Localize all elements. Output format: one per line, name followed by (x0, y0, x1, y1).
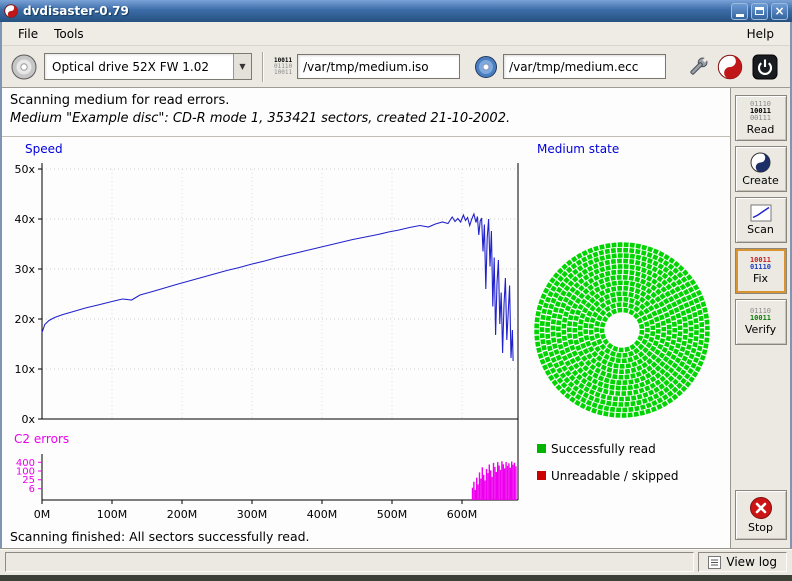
titlebar[interactable]: dvdisaster-0.79 × (0, 0, 792, 22)
svg-text:300M: 300M (237, 508, 268, 521)
scan-chart-icon (750, 204, 772, 222)
svg-text:30x: 30x (14, 263, 35, 276)
maximize-button[interactable] (751, 3, 768, 20)
window-title: dvdisaster-0.79 (23, 4, 728, 18)
view-log-label: View log (726, 555, 777, 569)
status-header: Scanning medium for read errors. Medium … (2, 88, 730, 137)
verify-button[interactable]: 01110 10011 Verify (735, 299, 787, 345)
quit-power-icon[interactable] (752, 54, 778, 80)
menu-tools[interactable]: Tools (46, 24, 92, 44)
action-sidebar: 01110 10011 00111 Read Create Scan 10011… (730, 88, 790, 548)
toolbar-separator (262, 52, 264, 82)
svg-text:Successfully read: Successfully read (551, 442, 656, 456)
scan-button-label: Scan (747, 223, 774, 236)
svg-text:50x: 50x (14, 163, 35, 176)
app-window: dvdisaster-0.79 × File Tools Help Optica… (0, 0, 792, 581)
close-button[interactable]: × (771, 3, 788, 20)
svg-text:Medium state: Medium state (537, 142, 619, 156)
menubar: File Tools Help (2, 22, 790, 46)
drive-select-combo[interactable]: Optical drive 52X FW 1.02 ▼ (44, 53, 252, 80)
iso-image-icon: 10011 01110 10011 (274, 58, 292, 76)
svg-text:100M: 100M (97, 508, 128, 521)
create-button-label: Create (742, 174, 779, 187)
read-button-label: Read (747, 123, 775, 136)
stop-button-label: Stop (748, 521, 773, 534)
ecc-file-icon (474, 55, 498, 79)
read-button[interactable]: 01110 10011 00111 Read (735, 95, 787, 141)
svg-text:20x: 20x (14, 313, 35, 326)
status-line: Scanning medium for read errors. (10, 93, 722, 108)
svg-text:10x: 10x (14, 363, 35, 376)
medium-info-line: Medium "Example disc": CD-R mode 1, 3534… (10, 111, 722, 126)
maximize-icon (755, 7, 764, 15)
svg-text:0M: 0M (34, 508, 51, 521)
app-icon (4, 4, 18, 18)
iso-path-input[interactable] (297, 54, 460, 79)
dvdisaster-logo-icon[interactable] (717, 54, 743, 80)
binary-verify-icon: 01110 10011 (750, 308, 771, 322)
menu-help[interactable]: Help (739, 24, 782, 44)
stop-icon (749, 496, 773, 520)
menu-file[interactable]: File (10, 24, 46, 44)
view-log-button[interactable]: View log (698, 552, 787, 572)
binary-read-icon: 01110 10011 00111 (750, 101, 771, 122)
minimize-button[interactable] (731, 3, 748, 20)
statusbar-panel (5, 552, 694, 572)
log-icon (708, 556, 721, 569)
minimize-icon (736, 14, 744, 17)
svg-text:400M: 400M (307, 508, 338, 521)
binary-fix-icon: 10011 01110 (750, 257, 771, 271)
svg-text:Unreadable / skipped: Unreadable / skipped (551, 469, 679, 483)
svg-text:200M: 200M (167, 508, 198, 521)
fix-button-label: Fix (753, 272, 768, 285)
svg-text:Speed: Speed (25, 142, 63, 156)
create-button[interactable]: Create (735, 146, 787, 192)
fix-button[interactable]: 10011 01110 Fix (735, 248, 787, 294)
stop-button[interactable]: Stop (735, 490, 787, 540)
drive-select-value: Optical drive 52X FW 1.02 (45, 60, 233, 74)
preferences-wrench-icon[interactable] (685, 54, 711, 80)
svg-text:40x: 40x (14, 213, 35, 226)
verify-button-label: Verify (745, 323, 776, 336)
drive-disc-icon (10, 53, 38, 81)
svg-text:600M: 600M (447, 508, 478, 521)
window-frame-left (0, 0, 2, 581)
toolbar: Optical drive 52X FW 1.02 ▼ 10011 01110 … (2, 46, 790, 88)
window-frame-bottom (0, 575, 792, 581)
svg-text:500M: 500M (377, 508, 408, 521)
ecc-path-input[interactable] (503, 54, 666, 79)
svg-text:0x: 0x (21, 413, 35, 426)
finish-status: Scanning finished: All sectors successfu… (10, 529, 310, 544)
chevron-down-icon[interactable]: ▼ (233, 54, 251, 79)
bottom-statusbar: View log (0, 548, 792, 575)
svg-text:6: 6 (29, 484, 35, 495)
scan-button[interactable]: Scan (735, 197, 787, 243)
svg-text:C2 errors: C2 errors (14, 432, 69, 446)
scan-charts: 0M 100M 200M 300M 400M 500M 600M 0x 10x 20x 30x 40x… (0, 140, 730, 532)
yin-yang-icon (750, 152, 771, 173)
